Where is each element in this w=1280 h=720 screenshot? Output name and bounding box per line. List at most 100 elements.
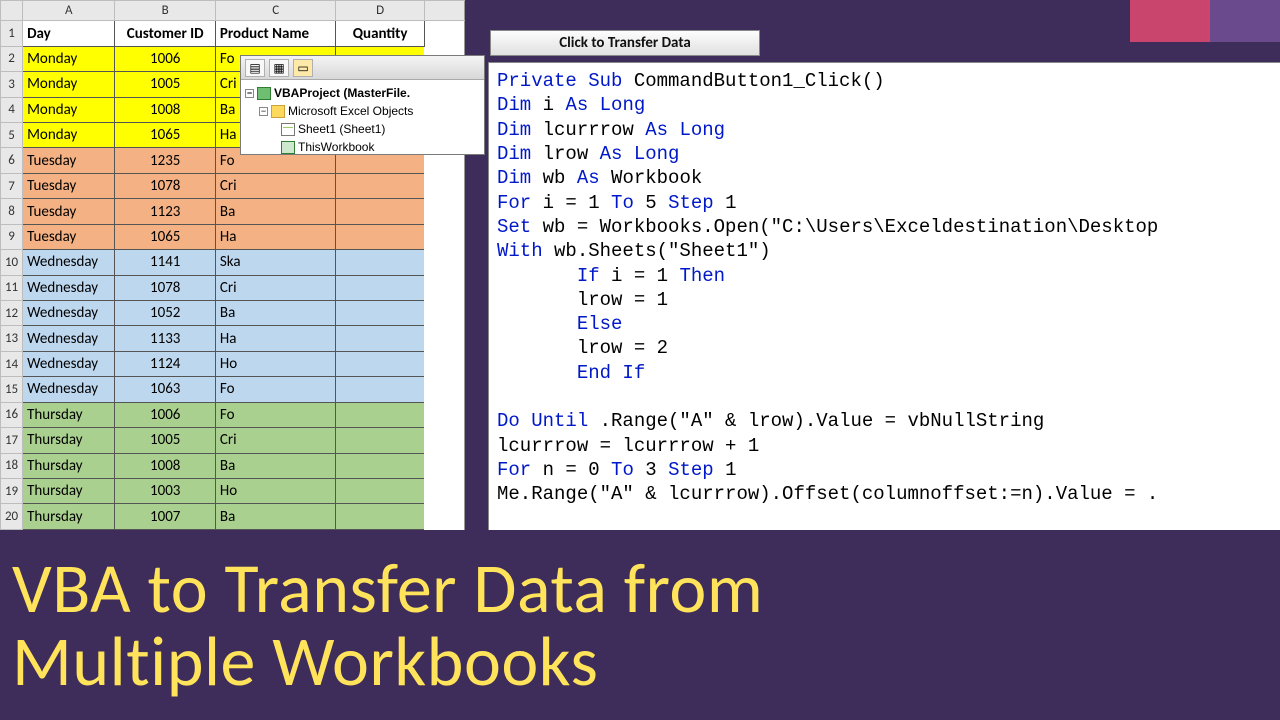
cell-product[interactable]: Ha xyxy=(215,326,336,351)
cell-customer[interactable]: 1052 xyxy=(115,300,215,325)
header-product[interactable]: Product Name xyxy=(215,21,336,46)
cell-qty[interactable] xyxy=(336,428,424,453)
transfer-data-button[interactable]: Click to Transfer Data xyxy=(490,30,760,56)
row-number[interactable]: 8 xyxy=(1,199,23,224)
cell-qty[interactable] xyxy=(336,326,424,351)
cell-customer[interactable]: 1065 xyxy=(115,123,215,148)
cell-customer[interactable]: 1007 xyxy=(115,504,215,530)
row-number[interactable]: 20 xyxy=(1,504,23,530)
cell-qty[interactable] xyxy=(336,300,424,325)
cell-customer[interactable]: 1078 xyxy=(115,173,215,198)
cell-customer[interactable]: 1006 xyxy=(115,402,215,427)
row-number[interactable]: 18 xyxy=(1,453,23,478)
row-number[interactable]: 16 xyxy=(1,402,23,427)
cell-customer[interactable]: 1005 xyxy=(115,428,215,453)
cell-qty[interactable] xyxy=(336,377,424,402)
cell-product[interactable]: Ba xyxy=(215,504,336,530)
row-number[interactable]: 9 xyxy=(1,224,23,249)
cell-day[interactable]: Tuesday xyxy=(23,224,115,249)
cell-day[interactable]: Thursday xyxy=(23,453,115,478)
cell-customer[interactable]: 1065 xyxy=(115,224,215,249)
row-number[interactable]: 12 xyxy=(1,300,23,325)
row-number[interactable]: 4 xyxy=(1,97,23,122)
cell-qty[interactable] xyxy=(336,351,424,376)
cell-customer[interactable]: 1078 xyxy=(115,275,215,300)
collapse-icon[interactable]: − xyxy=(259,107,268,116)
sheet-node[interactable]: Sheet1 (Sheet1) xyxy=(245,120,482,138)
cell-qty[interactable] xyxy=(336,250,424,275)
col-d-header[interactable]: D xyxy=(336,1,424,21)
cell-qty[interactable] xyxy=(336,402,424,427)
cell-day[interactable]: Monday xyxy=(23,123,115,148)
cell-customer[interactable]: 1124 xyxy=(115,351,215,376)
cell-product[interactable]: Cri xyxy=(215,173,336,198)
header-day[interactable]: Day xyxy=(23,21,115,46)
toggle-folders-icon[interactable]: ▭ xyxy=(293,59,313,77)
project-tree[interactable]: − VBAProject (MasterFile. − Microsoft Ex… xyxy=(241,80,484,160)
row-number[interactable]: 17 xyxy=(1,428,23,453)
row-number[interactable]: 15 xyxy=(1,377,23,402)
row-number[interactable]: 2 xyxy=(1,46,23,71)
cell-day[interactable]: Thursday xyxy=(23,402,115,427)
row-number[interactable]: 10 xyxy=(1,250,23,275)
row-number[interactable]: 7 xyxy=(1,173,23,198)
row-number[interactable]: 3 xyxy=(1,72,23,97)
cell-day[interactable]: Monday xyxy=(23,97,115,122)
vba-code-pane[interactable]: Private Sub CommandButton1_Click() Dim i… xyxy=(488,62,1280,530)
cell-customer[interactable]: 1006 xyxy=(115,46,215,71)
cell-customer[interactable]: 1008 xyxy=(115,97,215,122)
row-number[interactable]: 6 xyxy=(1,148,23,173)
cell-qty[interactable] xyxy=(336,173,424,198)
cell-day[interactable]: Tuesday xyxy=(23,173,115,198)
collapse-icon[interactable]: − xyxy=(245,89,254,98)
cell-day[interactable]: Wednesday xyxy=(23,275,115,300)
cell-day[interactable]: Wednesday xyxy=(23,351,115,376)
row-number[interactable]: 19 xyxy=(1,478,23,503)
row-number[interactable]: 11 xyxy=(1,275,23,300)
cell-product[interactable]: Ba xyxy=(215,300,336,325)
cell-qty[interactable] xyxy=(336,504,424,530)
cell-product[interactable]: Ska xyxy=(215,250,336,275)
cell-qty[interactable] xyxy=(336,199,424,224)
row-number[interactable]: 5 xyxy=(1,123,23,148)
col-a-header[interactable]: A xyxy=(23,1,115,21)
cell-qty[interactable] xyxy=(336,224,424,249)
cell-customer[interactable]: 1123 xyxy=(115,199,215,224)
cell-customer[interactable]: 1063 xyxy=(115,377,215,402)
cell-day[interactable]: Tuesday xyxy=(23,199,115,224)
cell-day[interactable]: Thursday xyxy=(23,478,115,503)
col-c-header[interactable]: C xyxy=(215,1,336,21)
cell-customer[interactable]: 1133 xyxy=(115,326,215,351)
row-number[interactable]: 13 xyxy=(1,326,23,351)
cell-product[interactable]: Cri xyxy=(215,275,336,300)
view-code-icon[interactable]: ▤ xyxy=(245,59,265,77)
cell-product[interactable]: Ho xyxy=(215,351,336,376)
col-b-header[interactable]: B xyxy=(115,1,215,21)
row-number[interactable]: 14 xyxy=(1,351,23,376)
cell-day[interactable]: Wednesday xyxy=(23,300,115,325)
cell-product[interactable]: Cri xyxy=(215,428,336,453)
cell-day[interactable]: Thursday xyxy=(23,428,115,453)
cell-day[interactable]: Monday xyxy=(23,46,115,71)
objects-folder[interactable]: − Microsoft Excel Objects xyxy=(245,102,482,120)
cell-customer[interactable]: 1003 xyxy=(115,478,215,503)
cell-day[interactable]: Wednesday xyxy=(23,250,115,275)
cell-customer[interactable]: 1141 xyxy=(115,250,215,275)
cell-day[interactable]: Thursday xyxy=(23,504,115,530)
cell-day[interactable]: Monday xyxy=(23,72,115,97)
vbe-project-explorer[interactable]: ▤ ▦ ▭ − VBAProject (MasterFile. − Micros… xyxy=(240,55,485,155)
workbook-node[interactable]: ThisWorkbook xyxy=(245,138,482,156)
cell-product[interactable]: Ha xyxy=(215,224,336,249)
cell-customer[interactable]: 1005 xyxy=(115,72,215,97)
cell-day[interactable]: Wednesday xyxy=(23,326,115,351)
cell-product[interactable]: Ho xyxy=(215,478,336,503)
header-customer[interactable]: Customer ID xyxy=(115,21,215,46)
view-object-icon[interactable]: ▦ xyxy=(269,59,289,77)
cell-product[interactable]: Ba xyxy=(215,453,336,478)
cell-qty[interactable] xyxy=(336,478,424,503)
cell-day[interactable]: Wednesday xyxy=(23,377,115,402)
cell-product[interactable]: Fo xyxy=(215,377,336,402)
cell-qty[interactable] xyxy=(336,453,424,478)
header-quantity[interactable]: Quantity xyxy=(336,21,424,46)
cell-day[interactable]: Tuesday xyxy=(23,148,115,173)
